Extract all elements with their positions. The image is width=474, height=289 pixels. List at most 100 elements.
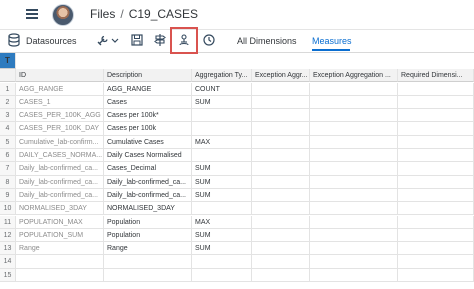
table-row[interactable]: 6 DAILY_CASES_NORMA... Daily Cases Normali… bbox=[0, 149, 474, 163]
cell-required-dimensions[interactable] bbox=[398, 188, 474, 203]
cell-exception-aggregation-2[interactable] bbox=[310, 242, 398, 256]
cell-exception-aggregation[interactable] bbox=[252, 162, 310, 176]
breadcrumb-files[interactable]: Files bbox=[90, 7, 115, 21]
cell-id[interactable]: CASES_PER_100K_DAY bbox=[16, 122, 104, 136]
cell-exception-aggregation[interactable] bbox=[252, 135, 310, 149]
cell-id[interactable]: Daily_lab-confirmed_ca... bbox=[16, 188, 104, 203]
cell-exception-aggregation[interactable] bbox=[252, 122, 310, 136]
table-row[interactable]: 1 AGG_RANGE AGG_RANGE COUNT bbox=[0, 82, 474, 96]
table-row[interactable]: 14 bbox=[0, 255, 474, 269]
cell-exception-aggregation-2[interactable] bbox=[310, 215, 398, 229]
chevron-down-icon[interactable] bbox=[110, 33, 120, 49]
table-row[interactable]: 12 POPULATION_SUM Population SUM bbox=[0, 228, 474, 243]
cell-id[interactable]: POPULATION_SUM bbox=[16, 228, 104, 243]
row-number[interactable]: 8 bbox=[0, 175, 16, 189]
row-number[interactable]: 15 bbox=[0, 268, 16, 282]
table-row[interactable]: 4 CASES_PER_100K_DAY Cases per 100k bbox=[0, 122, 474, 136]
clock-icon[interactable] bbox=[202, 33, 218, 49]
table-row[interactable]: 13 Range Range SUM bbox=[0, 242, 474, 256]
cell-exception-aggregation-2[interactable] bbox=[310, 82, 398, 96]
cell-aggregation-type[interactable]: MAX bbox=[192, 135, 252, 149]
cell-aggregation-type[interactable] bbox=[192, 202, 252, 216]
cell-id[interactable]: Cumulative_lab-confirm... bbox=[16, 135, 104, 149]
table-row[interactable]: 9 Daily_lab-confirmed_ca... Daily_lab-conf… bbox=[0, 188, 474, 203]
cell-id[interactable] bbox=[16, 268, 104, 282]
cell-description[interactable]: Daily_lab-confirmed_ca... bbox=[104, 175, 192, 189]
cell-exception-aggregation-2[interactable] bbox=[310, 268, 398, 282]
cell-aggregation-type[interactable]: SUM bbox=[192, 228, 252, 243]
col-header-required-dimensions[interactable]: Required Dimensi... bbox=[398, 69, 474, 83]
cell-exception-aggregation[interactable] bbox=[252, 95, 310, 110]
save-icon[interactable] bbox=[130, 33, 146, 49]
row-number[interactable]: 7 bbox=[0, 162, 16, 176]
col-header-description[interactable]: Description bbox=[104, 69, 192, 83]
cell-exception-aggregation[interactable] bbox=[252, 215, 310, 229]
cell-description[interactable]: Cases bbox=[104, 95, 192, 110]
table-row[interactable]: 3 CASES_PER_100K_AGG Cases per 100k* bbox=[0, 109, 474, 123]
cell-id[interactable]: CASES_PER_100K_AGG bbox=[16, 109, 104, 123]
cell-id[interactable]: POPULATION_MAX bbox=[16, 215, 104, 229]
cell-exception-aggregation[interactable] bbox=[252, 109, 310, 123]
cell-required-dimensions[interactable] bbox=[398, 228, 474, 243]
col-header-exception-aggregation-2[interactable]: Exception Aggregation ... bbox=[310, 69, 398, 83]
cell-required-dimensions[interactable] bbox=[398, 135, 474, 149]
cell-id[interactable]: DAILY_CASES_NORMA... bbox=[16, 149, 104, 163]
row-number[interactable]: 9 bbox=[0, 188, 16, 203]
tab-all-dimensions[interactable]: All Dimensions bbox=[237, 33, 297, 49]
cell-required-dimensions[interactable] bbox=[398, 242, 474, 256]
cell-aggregation-type[interactable]: SUM bbox=[192, 242, 252, 256]
cell-exception-aggregation-2[interactable] bbox=[310, 188, 398, 203]
datasources-label[interactable]: Datasources bbox=[26, 33, 77, 49]
cell-description[interactable]: Daily_lab-confirmed_ca... bbox=[104, 188, 192, 203]
cell-required-dimensions[interactable] bbox=[398, 149, 474, 163]
cell-description[interactable] bbox=[104, 268, 192, 282]
cell-exception-aggregation[interactable] bbox=[252, 202, 310, 216]
row-number[interactable]: 14 bbox=[0, 255, 16, 269]
cell-aggregation-type[interactable] bbox=[192, 149, 252, 163]
cell-aggregation-type[interactable]: MAX bbox=[192, 215, 252, 229]
cell-exception-aggregation-2[interactable] bbox=[310, 149, 398, 163]
cell-description[interactable]: Cumulative Cases bbox=[104, 135, 192, 149]
cell-exception-aggregation-2[interactable] bbox=[310, 202, 398, 216]
cell-id[interactable]: CASES_1 bbox=[16, 95, 104, 110]
cell-id[interactable]: AGG_RANGE bbox=[16, 82, 104, 96]
cell-aggregation-type[interactable]: SUM bbox=[192, 162, 252, 176]
cell-aggregation-type[interactable] bbox=[192, 268, 252, 282]
cell-description[interactable]: Cases per 100k bbox=[104, 122, 192, 136]
cell-exception-aggregation[interactable] bbox=[252, 242, 310, 256]
cell-exception-aggregation[interactable] bbox=[252, 255, 310, 269]
cell-required-dimensions[interactable] bbox=[398, 202, 474, 216]
cell-id[interactable] bbox=[16, 255, 104, 269]
avatar[interactable] bbox=[52, 4, 74, 26]
cell-exception-aggregation-2[interactable] bbox=[310, 135, 398, 149]
cell-exception-aggregation[interactable] bbox=[252, 149, 310, 163]
cell-exception-aggregation[interactable] bbox=[252, 82, 310, 96]
cell-required-dimensions[interactable] bbox=[398, 109, 474, 123]
cell-description[interactable]: NORMALISED_3DAY bbox=[104, 202, 192, 216]
cell-description[interactable]: Cases per 100k* bbox=[104, 109, 192, 123]
table-row[interactable]: 5 Cumulative_lab-confirm... Cumulative Cas… bbox=[0, 135, 474, 149]
cell-required-dimensions[interactable] bbox=[398, 95, 474, 110]
cell-aggregation-type[interactable]: SUM bbox=[192, 175, 252, 189]
tab-measures[interactable]: Measures bbox=[312, 33, 352, 49]
table-row[interactable]: 11 POPULATION_MAX Population MAX bbox=[0, 215, 474, 229]
cell-description[interactable]: Range bbox=[104, 242, 192, 256]
cell-required-dimensions[interactable] bbox=[398, 215, 474, 229]
cell-exception-aggregation-2[interactable] bbox=[310, 175, 398, 189]
cell-required-dimensions[interactable] bbox=[398, 255, 474, 269]
table-row[interactable]: 8 Daily_lab-confirmed_ca... Daily_lab-conf… bbox=[0, 175, 474, 189]
cell-exception-aggregation-2[interactable] bbox=[310, 95, 398, 110]
cell-description[interactable] bbox=[104, 255, 192, 269]
row-number[interactable]: 13 bbox=[0, 242, 16, 256]
table-row[interactable]: 10 NORMALISED_3DAY NORMALISED_3DAY bbox=[0, 202, 474, 216]
col-header-exception-aggregation[interactable]: Exception Aggr... bbox=[252, 69, 310, 83]
cell-required-dimensions[interactable] bbox=[398, 162, 474, 176]
table-row[interactable]: 2 CASES_1 Cases SUM bbox=[0, 95, 474, 110]
cell-exception-aggregation-2[interactable] bbox=[310, 122, 398, 136]
cell-exception-aggregation-2[interactable] bbox=[310, 109, 398, 123]
cell-description[interactable]: AGG_RANGE bbox=[104, 82, 192, 96]
cell-aggregation-type[interactable]: COUNT bbox=[192, 82, 252, 96]
cell-exception-aggregation[interactable] bbox=[252, 268, 310, 282]
cell-required-dimensions[interactable] bbox=[398, 82, 474, 96]
table-row[interactable]: 15 bbox=[0, 268, 474, 282]
